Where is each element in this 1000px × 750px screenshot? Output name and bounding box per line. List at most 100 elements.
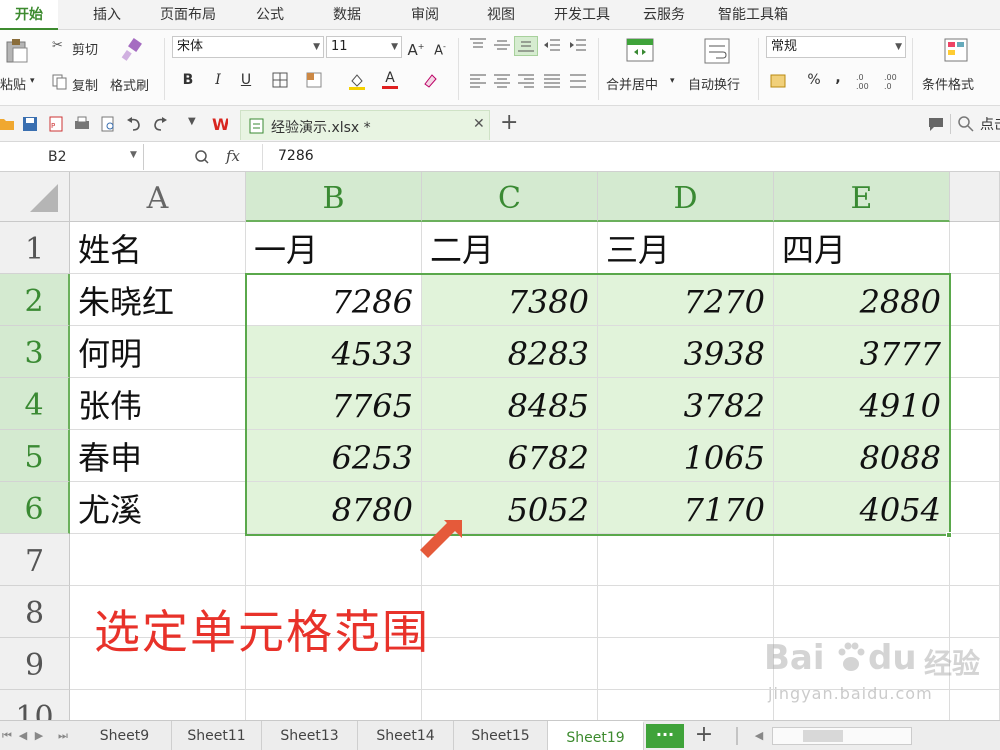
undo-icon[interactable] bbox=[126, 116, 142, 132]
cell-d2[interactable]: 7270 bbox=[598, 274, 774, 326]
cell-e6[interactable]: 4054 bbox=[774, 482, 950, 534]
column-header-d[interactable]: D bbox=[598, 172, 774, 222]
align-right-icon[interactable] bbox=[518, 74, 534, 88]
currency-icon[interactable] bbox=[770, 72, 788, 90]
increase-decimal-icon[interactable]: .0 .00 bbox=[856, 72, 874, 90]
sheet-tab-sheet13[interactable]: Sheet13 bbox=[262, 721, 358, 750]
print-icon[interactable] bbox=[74, 116, 90, 132]
cut-button[interactable]: 剪切 bbox=[72, 39, 98, 58]
name-box[interactable]: B2 ▼ bbox=[0, 144, 144, 170]
fill-handle[interactable] bbox=[946, 532, 952, 538]
indent-increase-icon[interactable] bbox=[570, 38, 586, 52]
cell-e1[interactable]: 四月 bbox=[774, 222, 950, 274]
format-painter-icon[interactable] bbox=[120, 38, 144, 62]
column-header-c[interactable]: C bbox=[422, 172, 598, 222]
cell-b3[interactable]: 4533 bbox=[246, 326, 422, 378]
tab-cloud[interactable]: 云服务 bbox=[634, 0, 694, 30]
cell-d3[interactable]: 3938 bbox=[598, 326, 774, 378]
merge-center-button[interactable]: 合并居中 bbox=[606, 74, 658, 93]
format-painter-button[interactable]: 格式刷 bbox=[110, 75, 149, 94]
cell-a6[interactable]: 尤溪 bbox=[70, 482, 246, 534]
last-sheet-icon[interactable]: ⏭ bbox=[56, 721, 70, 750]
tab-review[interactable]: 审阅 bbox=[398, 0, 452, 30]
number-format-select[interactable]: 常规 ▼ bbox=[766, 36, 906, 58]
cell-b4[interactable]: 7765 bbox=[246, 378, 422, 430]
cell-c5[interactable]: 6782 bbox=[422, 430, 598, 482]
wrap-text-icon[interactable] bbox=[704, 38, 730, 64]
row-header-8[interactable]: 8 bbox=[0, 586, 70, 638]
wrap-text-button[interactable]: 自动换行 bbox=[688, 74, 740, 93]
font-shrink-icon[interactable]: A- bbox=[430, 37, 450, 58]
cell-e3[interactable]: 3777 bbox=[774, 326, 950, 378]
function-icon[interactable]: fx bbox=[226, 147, 240, 165]
cell-e5[interactable]: 8088 bbox=[774, 430, 950, 482]
align-left-icon[interactable] bbox=[470, 74, 486, 88]
fill-color-icon[interactable] bbox=[348, 72, 366, 90]
folder-icon[interactable] bbox=[0, 116, 14, 132]
comma-button[interactable]: , bbox=[828, 68, 848, 88]
indent-decrease-icon[interactable] bbox=[544, 38, 560, 52]
decrease-decimal-icon[interactable]: .00 .0 bbox=[884, 72, 902, 90]
cell-d1[interactable]: 三月 bbox=[598, 222, 774, 274]
sheet-tab-sheet9[interactable]: Sheet9 bbox=[78, 721, 172, 750]
formula-input[interactable]: 7286 bbox=[278, 148, 314, 164]
cell-a3[interactable]: 何明 bbox=[70, 326, 246, 378]
cell-d4[interactable]: 3782 bbox=[598, 378, 774, 430]
cell-d6[interactable]: 7170 bbox=[598, 482, 774, 534]
tab-smart-toolbox[interactable]: 智能工具箱 bbox=[708, 0, 798, 30]
sheet-tab-sheet19[interactable]: Sheet19 bbox=[548, 721, 644, 750]
print-preview-icon[interactable] bbox=[100, 116, 116, 132]
cell-a2[interactable]: 朱晓红 bbox=[70, 274, 246, 326]
cell-style-icon[interactable] bbox=[306, 72, 322, 88]
cell-e7[interactable] bbox=[774, 534, 950, 586]
cell-a10[interactable] bbox=[70, 690, 246, 720]
sheet-tab-sheet15[interactable]: Sheet15 bbox=[454, 721, 548, 750]
cell-c3[interactable]: 8283 bbox=[422, 326, 598, 378]
tab-formulas[interactable]: 公式 bbox=[244, 0, 296, 30]
borders-icon[interactable] bbox=[272, 72, 288, 88]
horizontal-scrollbar[interactable] bbox=[772, 727, 912, 745]
column-header-f[interactable] bbox=[950, 172, 1000, 222]
scroll-left-icon[interactable]: ◀ bbox=[752, 721, 766, 750]
export-pdf-icon[interactable]: P bbox=[48, 116, 64, 132]
cell-f5[interactable] bbox=[950, 430, 1000, 482]
cell-d10[interactable] bbox=[598, 690, 774, 720]
cell-f1[interactable] bbox=[950, 222, 1000, 274]
font-grow-icon[interactable]: A+ bbox=[406, 37, 426, 59]
cell-a1[interactable]: 姓名 bbox=[70, 222, 246, 274]
tab-insert[interactable]: 插入 bbox=[80, 0, 134, 30]
cell-d7[interactable] bbox=[598, 534, 774, 586]
search-icon[interactable] bbox=[958, 116, 974, 132]
first-sheet-icon[interactable]: ⏮ bbox=[0, 721, 14, 750]
new-tab-icon[interactable]: + bbox=[500, 110, 518, 135]
font-name-select[interactable]: 宋体 ▼ bbox=[172, 36, 324, 58]
cell-f6[interactable] bbox=[950, 482, 1000, 534]
cell-b5[interactable]: 6253 bbox=[246, 430, 422, 482]
cell-d8[interactable] bbox=[598, 586, 774, 638]
align-center-icon[interactable] bbox=[494, 74, 510, 88]
row-header-9[interactable]: 9 bbox=[0, 638, 70, 690]
conditional-format-button[interactable]: 条件格式 bbox=[922, 74, 974, 93]
cell-c10[interactable] bbox=[422, 690, 598, 720]
cell-a4[interactable]: 张伟 bbox=[70, 378, 246, 430]
select-all-corner[interactable] bbox=[0, 172, 70, 222]
customize-toolbar-icon[interactable]: ▼ bbox=[188, 116, 196, 127]
cell-c1[interactable]: 二月 bbox=[422, 222, 598, 274]
prev-sheet-icon[interactable]: ◀ bbox=[16, 721, 30, 750]
cell-f3[interactable] bbox=[950, 326, 1000, 378]
document-tab[interactable]: 经验演示.xlsx * ✕ bbox=[240, 110, 490, 140]
tab-splitter[interactable] bbox=[736, 727, 738, 745]
search-label[interactable]: 点击 bbox=[980, 114, 1000, 134]
tab-view[interactable]: 视图 bbox=[474, 0, 528, 30]
cell-b6[interactable]: 8780 bbox=[246, 482, 422, 534]
tab-home[interactable]: 开始 bbox=[0, 0, 58, 30]
font-size-select[interactable]: 11 ▼ bbox=[326, 36, 402, 58]
column-header-e[interactable]: E bbox=[774, 172, 950, 222]
percent-button[interactable]: % bbox=[804, 70, 824, 90]
cell-d5[interactable]: 1065 bbox=[598, 430, 774, 482]
cell-f4[interactable] bbox=[950, 378, 1000, 430]
paste-button[interactable]: 粘贴 bbox=[0, 74, 26, 93]
cell-e4[interactable]: 4910 bbox=[774, 378, 950, 430]
tab-data[interactable]: 数据 bbox=[320, 0, 374, 30]
cell-c8[interactable] bbox=[422, 586, 598, 638]
